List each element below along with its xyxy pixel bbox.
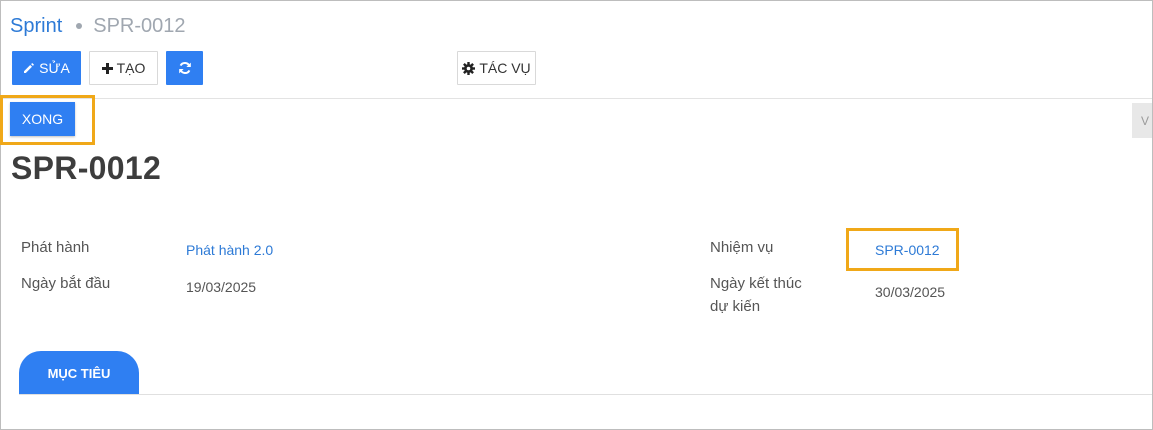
status-done-button[interactable]: XONG	[10, 102, 75, 136]
task-label: Nhiệm vụ	[710, 239, 774, 256]
toolbar-divider	[1, 98, 1152, 99]
end-date-label-line1: Ngày kết thúc	[710, 275, 802, 292]
release-value-link[interactable]: Phát hành 2.0	[186, 240, 273, 260]
tab-objective[interactable]: MỤC TIÊU	[19, 351, 139, 395]
breadcrumb-separator	[76, 23, 83, 29]
edit-button[interactable]: SỬA	[12, 51, 81, 85]
breadcrumb-parent-link[interactable]: Sprint	[10, 15, 62, 38]
tab-baseline	[19, 394, 1152, 395]
gear-icon	[462, 61, 476, 75]
start-date-label: Ngày bắt đầu	[21, 275, 111, 292]
create-button[interactable]: TẠO	[89, 51, 158, 85]
refresh-icon	[178, 61, 192, 75]
task-value-link[interactable]: SPR-0012	[875, 240, 940, 260]
side-panel-tab[interactable]: V	[1132, 103, 1152, 138]
breadcrumb-current: SPR-0012	[93, 14, 186, 37]
start-date-value: 19/03/2025	[186, 279, 257, 295]
end-date-label: Ngày kết thúc dự kiến	[710, 272, 802, 318]
pencil-icon	[23, 62, 35, 74]
edit-button-label: SỬA	[39, 60, 70, 76]
refresh-button[interactable]	[166, 51, 203, 85]
release-label: Phát hành	[21, 239, 90, 256]
end-date-label-line2: dự kiến	[710, 298, 761, 315]
plus-icon	[101, 62, 113, 74]
breadcrumb: Sprint SPR-0012	[10, 13, 186, 39]
record-title: SPR-0012	[11, 150, 162, 186]
end-date-value: 30/03/2025	[875, 284, 946, 300]
create-button-label: TẠO	[116, 60, 146, 76]
actions-button[interactable]: TÁC VỤ	[457, 51, 536, 85]
actions-button-label: TÁC VỤ	[479, 60, 531, 76]
